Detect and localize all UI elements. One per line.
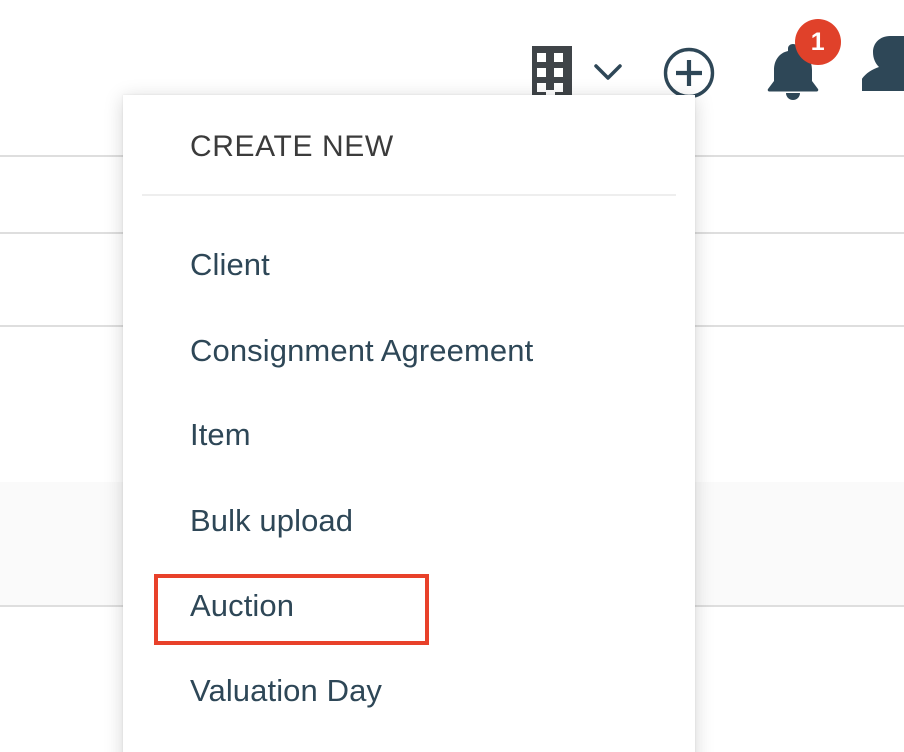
menu-item-consignment-agreement[interactable]: Consignment Agreement — [190, 333, 533, 369]
menu-item-auction[interactable]: Auction — [190, 588, 294, 624]
plus-circle-icon[interactable] — [663, 47, 715, 99]
chevron-down-icon[interactable] — [592, 60, 624, 84]
dropdown-divider — [142, 194, 676, 196]
notification-badge[interactable]: 1 — [795, 19, 841, 65]
app-screenshot: 1 CREATE NEW Client Consignment Agreemen… — [0, 0, 904, 752]
menu-item-client[interactable]: Client — [190, 247, 270, 283]
create-new-dropdown-menu: CREATE NEW Client Consignment Agreement … — [123, 95, 695, 752]
dropdown-header-title: CREATE NEW — [190, 130, 394, 163]
user-avatar-icon[interactable] — [862, 32, 904, 104]
menu-item-valuation-day[interactable]: Valuation Day — [190, 673, 382, 709]
menu-item-bulk-upload[interactable]: Bulk upload — [190, 503, 353, 539]
menu-item-item[interactable]: Item — [190, 417, 251, 453]
